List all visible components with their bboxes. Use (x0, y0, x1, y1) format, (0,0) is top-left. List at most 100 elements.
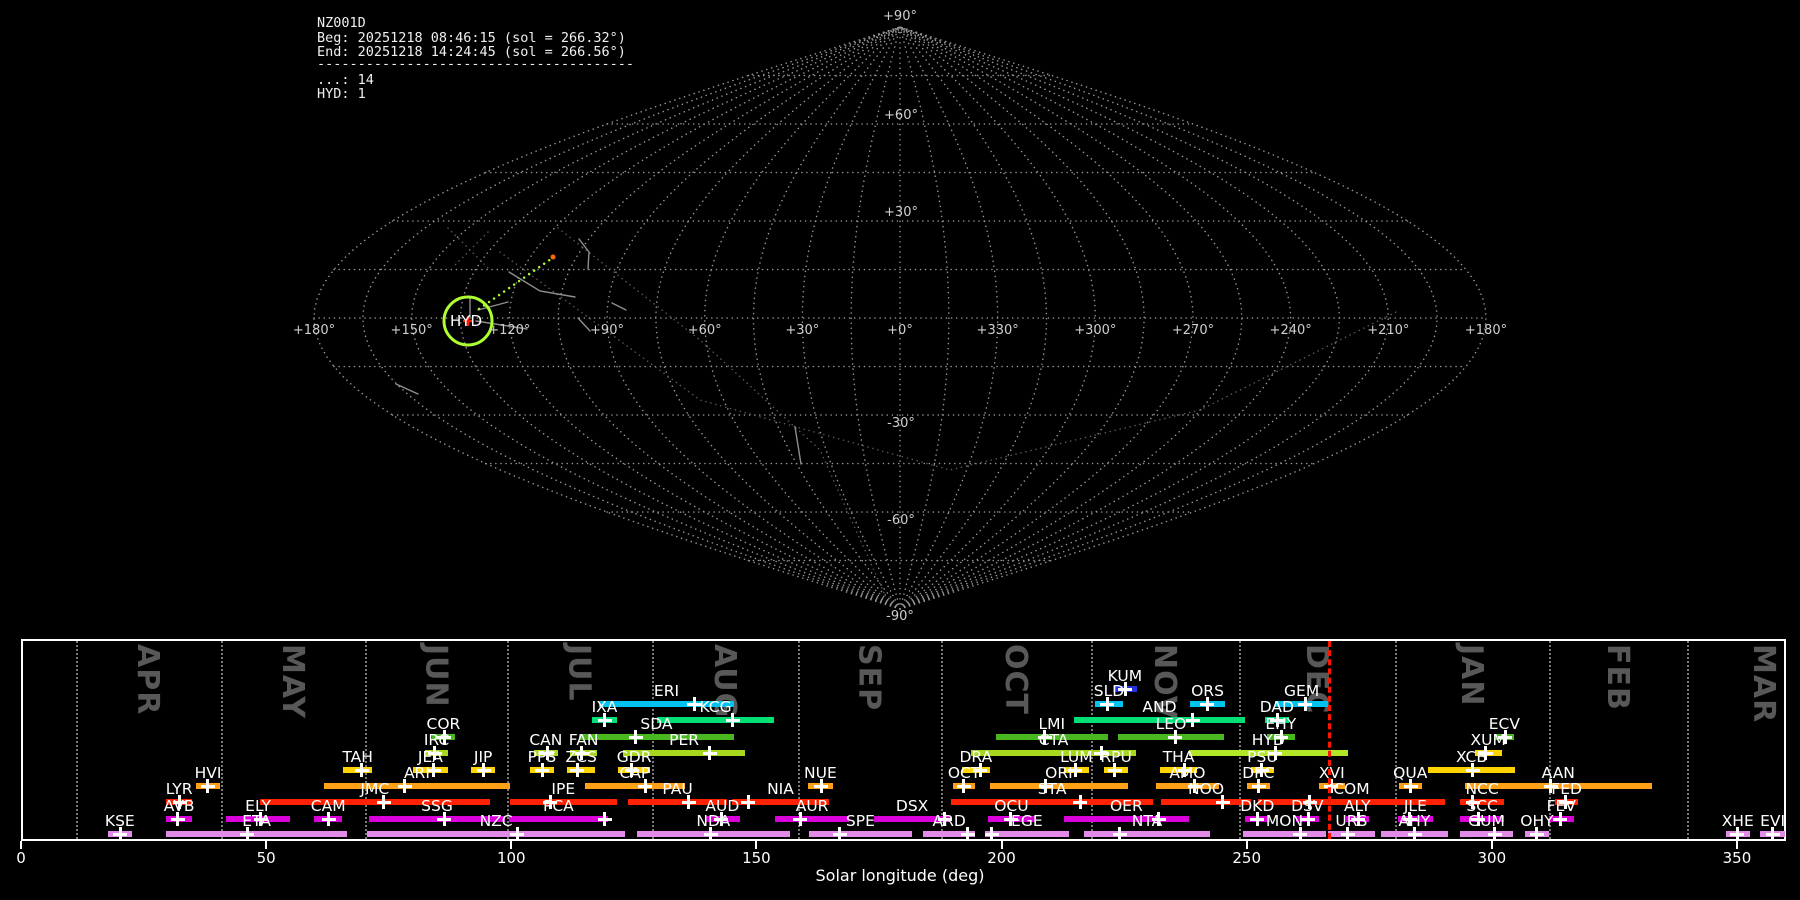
shower-ari-label: ARI (385, 765, 449, 781)
shower-per-label: PER (652, 732, 716, 748)
month-boundary-apr (76, 641, 78, 839)
longitude-label: +150° (391, 323, 433, 338)
month-label-feb: FEB (1602, 644, 1632, 711)
longitude-label: +120° (488, 323, 530, 338)
shower-kcg-peak-marker (726, 719, 740, 722)
x-tick (20, 841, 22, 849)
graticule-line (900, 27, 1437, 609)
shower-noo-label: NOO (1174, 781, 1238, 797)
shower-ard-peak-marker (961, 833, 975, 836)
month-boundary-jun (365, 641, 367, 839)
shower-qua-peak-marker (1404, 785, 1418, 788)
shower-pca-label: PCA (526, 798, 590, 814)
shower-sta-peak-marker (1073, 801, 1087, 804)
faint-meteor-trail (448, 228, 490, 270)
shower-pps-peak-marker (535, 769, 549, 772)
shower-leo-peak-marker (1168, 736, 1182, 739)
radiant-map-app: HYD+90°-90°+180°+150°+120°+90°+60°+30°+0… (0, 0, 1800, 900)
x-tick (1001, 841, 1003, 849)
shower-and-label: AND (1127, 699, 1191, 715)
longitude-label: +0° (887, 323, 913, 338)
shower-xhe-peak-marker (1730, 833, 1744, 836)
shower-aur-peak-marker (793, 818, 807, 821)
shower-nue-peak-marker (814, 785, 828, 788)
shower-tah-label: TAH (326, 749, 390, 765)
shower-dra-label: DRA (944, 749, 1008, 765)
shower-nda-peak-marker (704, 833, 718, 836)
shower-aur-label: AUR (780, 798, 844, 814)
shower-amo-label: AMO (1155, 765, 1219, 781)
shower-sld-label: SLD (1077, 683, 1141, 699)
sky-map: HYD+90°-90°+180°+150°+120°+90°+60°+30°+0… (0, 0, 1800, 632)
shower-eta-peak-marker (240, 833, 254, 836)
shower-evi-label: EVI (1741, 813, 1800, 829)
x-tick (510, 841, 512, 849)
current-sol-line (1328, 641, 1331, 839)
shower-eta-label: ETA (225, 813, 289, 829)
longitude-label: +240° (1270, 323, 1312, 338)
graticule-line (314, 27, 900, 609)
graticule-line (509, 27, 900, 609)
meteor-trail (509, 272, 575, 297)
shower-hyd-label: HYD (1236, 732, 1300, 748)
shower-jip-peak-marker (477, 769, 491, 772)
shower-leo-label: LEO (1139, 716, 1203, 732)
shower-fan-label: FAN (552, 732, 616, 748)
x-axis-title: Solar longitude (deg) (750, 866, 1050, 885)
shower-mon-bar (1243, 831, 1326, 837)
shower-tah-peak-marker (355, 769, 369, 772)
month-label-may: MAY (277, 644, 307, 719)
shower-ors-peak-marker (1200, 703, 1214, 706)
shower-ege-label: EGE (995, 813, 1059, 829)
shower-ssg-peak-marker (437, 818, 451, 821)
x-tick-label: 250 (1222, 849, 1272, 867)
shower-kse-peak-marker (113, 833, 127, 836)
shower-nta-label: NTA (1115, 813, 1179, 829)
faint-sky-curve (500, 252, 1400, 470)
shower-nda-label: NDA (681, 813, 745, 829)
shower-nta-peak-marker (1113, 833, 1127, 836)
latitude-label: -60° (887, 513, 915, 528)
latitude-label: +60° (884, 108, 918, 123)
latitude-label: +30° (884, 205, 918, 220)
shower-zcs-peak-marker (570, 769, 584, 772)
meteor-trail (578, 318, 590, 331)
longitude-label: +90° (590, 323, 624, 338)
shower-per-peak-marker (703, 752, 717, 755)
x-tick (265, 841, 267, 849)
x-tick (755, 841, 757, 849)
longitude-label: +210° (1367, 323, 1409, 338)
month-boundary-mar (1687, 641, 1689, 839)
shower-sld-peak-marker (1100, 703, 1114, 706)
month-label-jan: JAN (1456, 644, 1486, 707)
meteor-trail (579, 239, 589, 269)
shower-dpc-peak-marker (1252, 785, 1266, 788)
longitude-label: +330° (977, 323, 1019, 338)
x-tick-label: 100 (486, 849, 536, 867)
header-separator: --------------------------------------- (317, 57, 634, 72)
longitude-label: +270° (1172, 323, 1214, 338)
x-tick (1491, 841, 1493, 849)
meteor-trail (612, 303, 626, 310)
shower-mon-label: MON (1252, 813, 1316, 829)
shower-eri-label: ERI (634, 683, 698, 699)
shower-nta-bar (1084, 831, 1210, 837)
pole-label-south: -90° (886, 609, 914, 624)
shower-ard-label: ARD (917, 813, 981, 829)
graticule-line (754, 27, 901, 609)
shower-aan-label: AAN (1526, 765, 1590, 781)
month-boundary-may (221, 641, 223, 839)
longitude-label: +30° (785, 323, 819, 338)
shower-avb-peak-marker (171, 818, 185, 821)
shower-jmc-label: JMC (343, 781, 407, 797)
x-tick (1736, 841, 1738, 849)
month-label-jun: JUN (420, 644, 450, 708)
shower-tha-label: THA (1147, 749, 1211, 765)
shower-pau-label: PAU (646, 781, 710, 797)
shower-nzc-bar (367, 831, 625, 837)
x-tick-label: 0 (0, 849, 46, 867)
x-tick (1246, 841, 1248, 849)
shower-rpu-peak-marker (1108, 769, 1122, 772)
shower-nia-label: NIA (748, 781, 812, 797)
shower-ohy-peak-marker (1530, 833, 1544, 836)
